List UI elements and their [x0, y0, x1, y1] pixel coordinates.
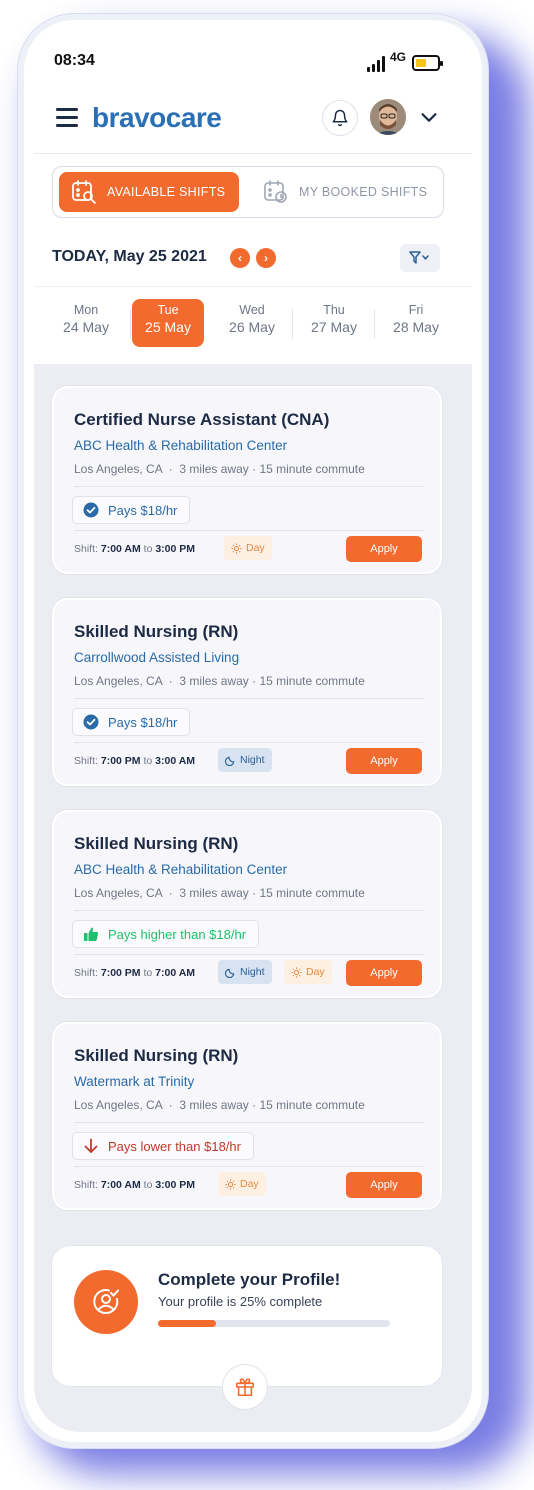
prev-date-button[interactable]: ‹	[230, 248, 250, 268]
check-circle-icon	[83, 502, 99, 518]
apply-button[interactable]: Apply	[346, 1172, 422, 1198]
day-badge: Day	[218, 1172, 266, 1196]
app-header: bravocare	[34, 94, 472, 154]
shift-title: Skilled Nursing (RN)	[74, 1046, 239, 1065]
night-badge: Night	[218, 748, 272, 772]
calendar-search-icon	[72, 180, 96, 204]
calendar-clock-icon	[264, 180, 287, 203]
status-time: 08:34	[54, 52, 95, 69]
facility-name[interactable]: ABC Health & Rehabilitation Center	[74, 438, 287, 453]
gift-icon	[235, 1378, 255, 1397]
day-badge: Day	[284, 960, 332, 984]
current-date-title: TODAY, May 25 2021	[52, 248, 207, 265]
shift-title: Skilled Nursing (RN)	[74, 834, 239, 853]
profile-progress-bar	[158, 1320, 390, 1327]
night-badge: Night	[218, 960, 272, 984]
facility-name[interactable]: Watermark at Trinity	[74, 1074, 194, 1089]
shift-meta: Los Angeles, CA · 3 miles away · 15 minu…	[74, 674, 365, 688]
profile-icon-circle	[74, 1270, 138, 1334]
status-bar: 08:34 4G	[34, 30, 472, 86]
pay-tag: Pays higher than $18/hr	[72, 920, 260, 948]
tab-booked-label: MY BOOKED SHIFTS	[299, 185, 428, 199]
next-date-button[interactable]: ›	[256, 248, 276, 268]
tab-my-booked-shifts[interactable]: MY BOOKED SHIFTS	[259, 172, 439, 212]
shift-meta: Los Angeles, CA · 3 miles away · 15 minu…	[74, 1098, 365, 1112]
account-chevron-down-icon[interactable]	[418, 106, 440, 128]
shift-meta: Los Angeles, CA · 3 miles away · 15 minu…	[74, 886, 365, 900]
chevron-left-icon: ‹	[238, 251, 242, 265]
signal-icon	[367, 56, 387, 72]
filter-button[interactable]	[400, 244, 440, 272]
shift-time: Shift: 7:00 AM to 3:00 PM	[74, 1179, 196, 1191]
apply-button[interactable]: Apply	[346, 960, 422, 986]
avatar[interactable]	[370, 99, 406, 135]
bell-icon	[332, 109, 348, 127]
shift-card[interactable]: Skilled Nursing (RN) Carrollwood Assiste…	[52, 598, 442, 786]
tab-available-shifts[interactable]: AVAILABLE SHIFTS	[59, 172, 239, 212]
user-progress-icon	[93, 1289, 119, 1314]
pay-tag: Pays $18/hr	[72, 708, 191, 736]
sun-icon	[225, 1178, 236, 1190]
battery-icon	[412, 55, 443, 71]
day-wed[interactable]: Wed 26 May	[216, 299, 288, 347]
shift-time: Shift: 7:00 PM to 7:00 AM	[74, 967, 196, 979]
brand-logo[interactable]: bravocare	[92, 102, 222, 134]
day-selector: Mon 24 May Tue 25 May Wed 26 May Thu 27 …	[34, 286, 472, 360]
moon-icon	[225, 968, 235, 978]
menu-icon[interactable]	[56, 108, 78, 127]
thumbs-up-icon	[84, 927, 99, 941]
shift-card[interactable]: Skilled Nursing (RN) Watermark at Trinit…	[52, 1022, 442, 1210]
profile-progress-fill	[158, 1320, 216, 1327]
shift-time: Shift: 7:00 AM to 3:00 PM	[74, 543, 196, 555]
tab-available-label: AVAILABLE SHIFTS	[107, 185, 226, 199]
filter-icon	[409, 251, 429, 264]
check-circle-icon	[83, 714, 99, 730]
profile-subtitle: Your profile is 25% complete	[158, 1294, 323, 1309]
shift-card[interactable]: Skilled Nursing (RN) ABC Health & Rehabi…	[52, 810, 442, 998]
pay-tag: Pays lower than $18/hr	[72, 1132, 254, 1160]
notifications-button[interactable]	[322, 100, 358, 136]
shift-card[interactable]: Certified Nurse Assistant (CNA) ABC Heal…	[52, 386, 442, 574]
shift-list: Certified Nurse Assistant (CNA) ABC Heal…	[34, 364, 472, 1432]
day-badge: Day	[224, 536, 272, 560]
rewards-button[interactable]	[222, 1364, 268, 1410]
day-mon[interactable]: Mon 24 May	[50, 299, 122, 347]
apply-button[interactable]: Apply	[346, 748, 422, 774]
app-screen: 08:34 4G bravocare AVAILABLE SHIFTS MY B…	[34, 30, 472, 1432]
day-fri[interactable]: Fri 28 May	[380, 299, 452, 347]
sun-icon	[231, 542, 242, 554]
day-tue[interactable]: Tue 25 May	[132, 299, 204, 347]
pay-tag: Pays $18/hr	[72, 496, 191, 524]
chevron-right-icon: ›	[264, 251, 268, 265]
moon-icon	[225, 756, 235, 766]
sun-icon	[291, 966, 302, 978]
shift-title: Skilled Nursing (RN)	[74, 622, 239, 641]
shift-title: Certified Nurse Assistant (CNA)	[74, 410, 330, 429]
shift-time: Shift: 7:00 PM to 3:00 AM	[74, 755, 196, 767]
facility-name[interactable]: Carrollwood Assisted Living	[74, 650, 239, 665]
shift-meta: Los Angeles, CA · 3 miles away · 15 minu…	[74, 462, 365, 476]
apply-button[interactable]: Apply	[346, 536, 422, 562]
facility-name[interactable]: ABC Health & Rehabilitation Center	[74, 862, 287, 877]
day-thu[interactable]: Thu 27 May	[298, 299, 370, 347]
profile-title: Complete your Profile!	[158, 1270, 341, 1289]
arrow-down-icon	[84, 1138, 98, 1153]
network-label: 4G	[390, 50, 407, 64]
shift-tabs: AVAILABLE SHIFTS MY BOOKED SHIFTS	[52, 166, 444, 218]
phone-frame: 08:34 4G bravocare AVAILABLE SHIFTS MY B…	[18, 14, 488, 1448]
